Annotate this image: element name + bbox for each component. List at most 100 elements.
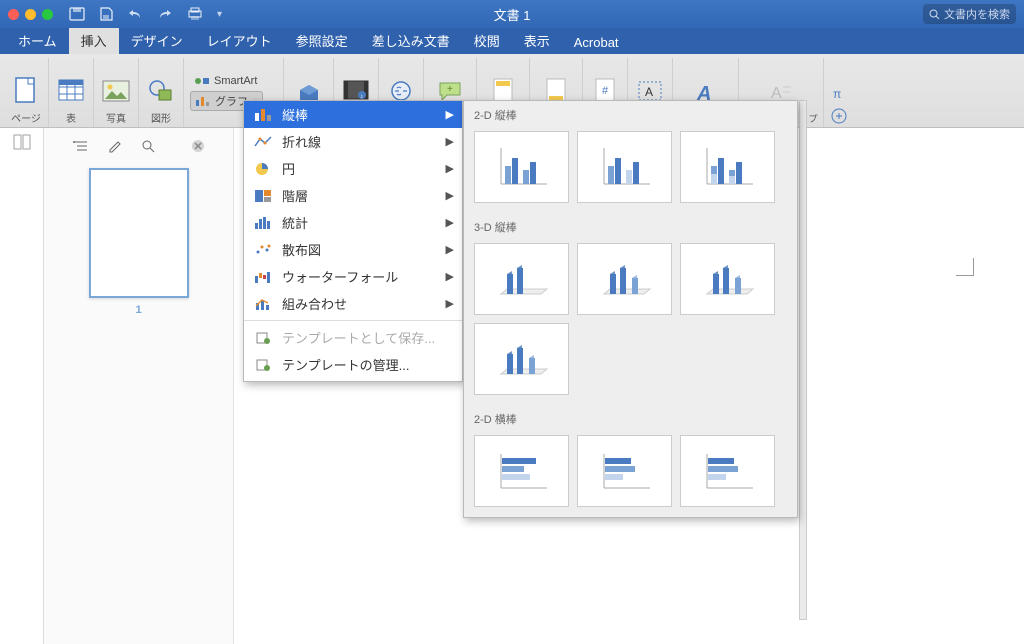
tab-mailings[interactable]: 差し込み文書 xyxy=(360,26,462,54)
chart-option[interactable] xyxy=(577,243,672,315)
chart-menu-waterfall[interactable]: ウォーターフォール▶ xyxy=(244,263,462,290)
ribbon-smartart[interactable]: SmartArt xyxy=(190,74,261,88)
combo-icon xyxy=(254,297,272,311)
undo-icon[interactable] xyxy=(127,8,143,20)
print-icon[interactable] xyxy=(187,7,203,21)
search-field[interactable]: 文書内を検索 xyxy=(923,4,1016,24)
close-pane-icon[interactable] xyxy=(191,139,205,153)
table-icon xyxy=(57,78,85,104)
submenu-arrow-icon: ▶ xyxy=(446,135,454,148)
chart-menu-line[interactable]: 折れ線▶ xyxy=(244,128,462,155)
ribbon-shapes[interactable]: 図形 xyxy=(139,58,184,127)
chart-icon xyxy=(195,95,211,107)
chart-option[interactable] xyxy=(474,131,569,203)
close-window-button[interactable] xyxy=(8,9,19,20)
submenu-arrow-icon: ▶ xyxy=(446,270,454,283)
zoom-window-button[interactable] xyxy=(42,9,53,20)
submenu-arrow-icon: ▶ xyxy=(446,243,454,256)
edit-icon[interactable] xyxy=(107,138,123,154)
chart-option[interactable] xyxy=(680,435,775,507)
tab-insert[interactable]: 挿入 xyxy=(69,26,119,54)
chart-menu-footer-item: テンプレートとして保存... xyxy=(244,324,462,351)
document-title: 文書 1 xyxy=(494,5,531,24)
redo-icon[interactable] xyxy=(157,8,173,20)
equation-icon: π xyxy=(830,85,848,103)
ribbon-page[interactable]: ページ xyxy=(4,58,49,127)
tab-review[interactable]: 校閲 xyxy=(462,26,512,54)
chart-menu-tree[interactable]: 階層▶ xyxy=(244,182,462,209)
thumbnails-view-icon[interactable] xyxy=(13,134,31,150)
gallery-section-header: 2-D 縦棒 xyxy=(464,101,797,127)
page-icon xyxy=(13,76,39,106)
menu-separator xyxy=(244,320,462,321)
gallery-grid xyxy=(464,431,797,517)
tab-view[interactable]: 表示 xyxy=(512,26,562,54)
thumbnail-pane: 1 xyxy=(44,128,234,644)
shapes-icon xyxy=(147,78,175,104)
chart-option[interactable] xyxy=(577,131,672,203)
tab-acrobat[interactable]: Acrobat xyxy=(562,30,631,54)
chart-option[interactable] xyxy=(680,243,775,315)
chart-menu-histo[interactable]: 統計▶ xyxy=(244,209,462,236)
gallery-section-header: 2-D 横棒 xyxy=(464,405,797,431)
ribbon-picture[interactable]: 写真 xyxy=(94,58,139,127)
tab-references[interactable]: 参照設定 xyxy=(284,26,360,54)
save-icon[interactable] xyxy=(99,7,113,21)
submenu-arrow-icon: ▶ xyxy=(446,108,454,121)
page-thumbnail[interactable] xyxy=(89,168,189,298)
chart-menu-footer-item[interactable]: テンプレートの管理... xyxy=(244,351,462,378)
column-icon xyxy=(254,108,272,122)
gallery-section-header: 3-D 縦棒 xyxy=(464,213,797,239)
gallery-grid xyxy=(464,127,797,213)
chart-option[interactable] xyxy=(680,131,775,203)
chart-option[interactable] xyxy=(474,435,569,507)
submenu-arrow-icon: ▶ xyxy=(446,162,454,175)
svg-text:+: + xyxy=(447,84,453,95)
gallery-grid xyxy=(464,239,797,405)
chart-option[interactable] xyxy=(474,243,569,315)
outline-icon[interactable] xyxy=(73,139,89,153)
ribbon-more[interactable]: π xyxy=(824,58,854,127)
symbol-icon xyxy=(830,107,848,125)
template-icon xyxy=(254,358,272,372)
waterfall-icon xyxy=(254,270,272,284)
tree-icon xyxy=(254,189,272,203)
sidebar-rail xyxy=(0,128,44,644)
page-thumbnail-number: 1 xyxy=(135,304,141,316)
ribbon-table[interactable]: 表 xyxy=(49,58,94,127)
minimize-window-button[interactable] xyxy=(25,9,36,20)
search-icon xyxy=(929,9,940,20)
line-icon xyxy=(254,135,272,149)
chart-option[interactable] xyxy=(577,435,672,507)
chart-gallery: 2-D 縦棒 3-D 縦棒 2-D 横棒 xyxy=(463,100,798,518)
smartart-icon xyxy=(194,75,210,87)
chart-menu-column[interactable]: 縦棒▶ xyxy=(244,101,462,128)
svg-text:#: # xyxy=(602,85,609,97)
chart-menu-pie[interactable]: 円▶ xyxy=(244,155,462,182)
search-placeholder: 文書内を検索 xyxy=(944,6,1010,22)
titlebar: ▾ 文書 1 文書内を検索 xyxy=(0,0,1024,28)
template-icon xyxy=(254,331,272,345)
scatter-icon xyxy=(254,243,272,257)
ribbon-tabs: ホーム 挿入 デザイン レイアウト 参照設定 差し込み文書 校閲 表示 Acro… xyxy=(0,28,1024,54)
gallery-scrollbar[interactable] xyxy=(799,100,807,620)
svg-text:π: π xyxy=(833,87,841,101)
chart-type-menu: 縦棒▶折れ線▶円▶階層▶統計▶散布図▶ウォーターフォール▶組み合わせ▶ テンプレ… xyxy=(243,100,463,382)
window-controls xyxy=(8,9,53,20)
pie-icon xyxy=(254,162,272,176)
chart-menu-scatter[interactable]: 散布図▶ xyxy=(244,236,462,263)
find-icon[interactable] xyxy=(141,139,155,153)
submenu-arrow-icon: ▶ xyxy=(446,297,454,310)
customize-qat-icon[interactable]: ▾ xyxy=(217,9,222,20)
chart-option[interactable] xyxy=(474,323,569,395)
quick-access-toolbar: ▾ xyxy=(69,7,222,21)
chart-menu-combo[interactable]: 組み合わせ▶ xyxy=(244,290,462,317)
svg-text:A: A xyxy=(645,85,653,99)
page-corner-mark xyxy=(956,258,974,276)
submenu-arrow-icon: ▶ xyxy=(446,216,454,229)
tab-layout[interactable]: レイアウト xyxy=(195,26,284,54)
tab-design[interactable]: デザイン xyxy=(119,26,195,54)
autosave-icon[interactable] xyxy=(69,7,85,21)
picture-icon xyxy=(101,79,131,103)
tab-home[interactable]: ホーム xyxy=(6,26,69,54)
